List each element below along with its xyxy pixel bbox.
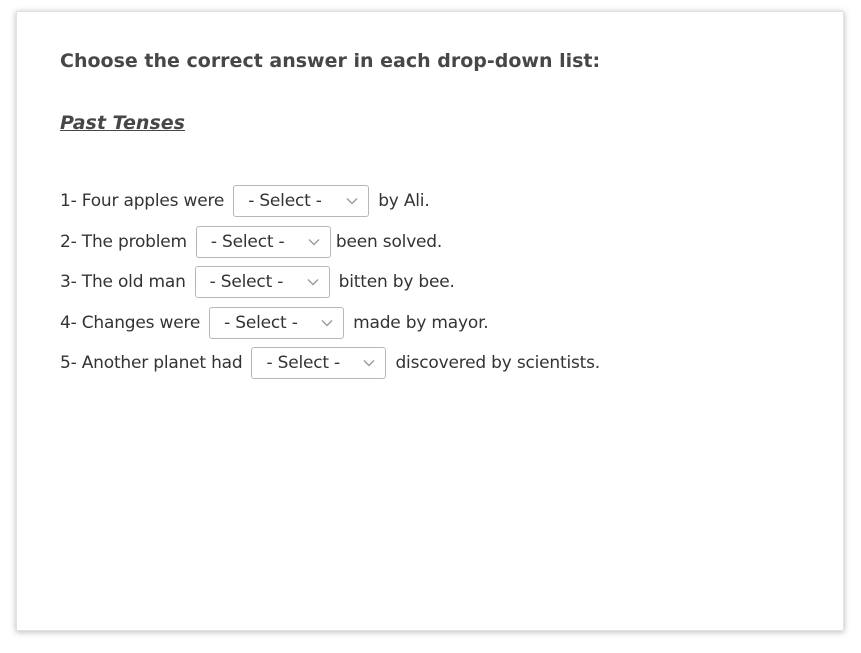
chevron-down-icon	[363, 359, 375, 367]
section-title: Past Tenses	[60, 112, 185, 134]
dropdown-selected-value: - Select -	[266, 353, 340, 374]
dropdown-selected-value: - Select -	[210, 231, 285, 252]
question-text-before: 4- Changes were	[60, 312, 201, 333]
question-row: 2- The problem - Select - been solved.	[60, 222, 600, 263]
answer-dropdown-4[interactable]: - Select -	[209, 306, 345, 339]
question-row: 1- Four apples were - Select - by Ali.	[60, 181, 600, 222]
chevron-down-icon	[346, 197, 358, 205]
question-text-before: 3- The old man	[60, 272, 186, 293]
question-text-after: by Ali.	[378, 191, 430, 212]
dropdown-selected-value: - Select -	[209, 272, 284, 293]
question-text-after: discovered by scientists.	[395, 353, 600, 374]
dropdown-selected-value: - Select -	[248, 191, 322, 212]
question-list: 1- Four apples were - Select - by Ali. 2…	[60, 181, 600, 384]
answer-dropdown-3[interactable]: - Select -	[194, 266, 330, 299]
chevron-down-icon	[308, 238, 320, 246]
question-text-before: 1- Four apples were	[60, 191, 225, 212]
answer-dropdown-2[interactable]: - Select -	[195, 225, 331, 258]
question-text-after: made by mayor.	[353, 312, 489, 333]
answer-dropdown-5[interactable]: - Select -	[251, 347, 387, 380]
dropdown-selected-value: - Select -	[224, 312, 298, 333]
instruction-text: Choose the correct answer in each drop-d…	[60, 50, 601, 72]
chevron-down-icon	[307, 278, 319, 286]
exercise-card: Choose the correct answer in each drop-d…	[16, 11, 844, 631]
question-text-after: bitten by bee.	[338, 272, 455, 293]
question-row: 4- Changes were - Select - made by mayor…	[60, 303, 600, 344]
question-text-before: 2- The problem	[60, 231, 187, 252]
question-row: 3- The old man - Select - bitten by bee.	[60, 262, 600, 303]
question-row: 5- Another planet had - Select - discove…	[60, 343, 600, 384]
question-text-after: been solved.	[335, 231, 443, 252]
chevron-down-icon	[321, 319, 333, 327]
answer-dropdown-1[interactable]: - Select -	[233, 185, 370, 218]
question-text-before: 5- Another planet had	[60, 353, 243, 374]
